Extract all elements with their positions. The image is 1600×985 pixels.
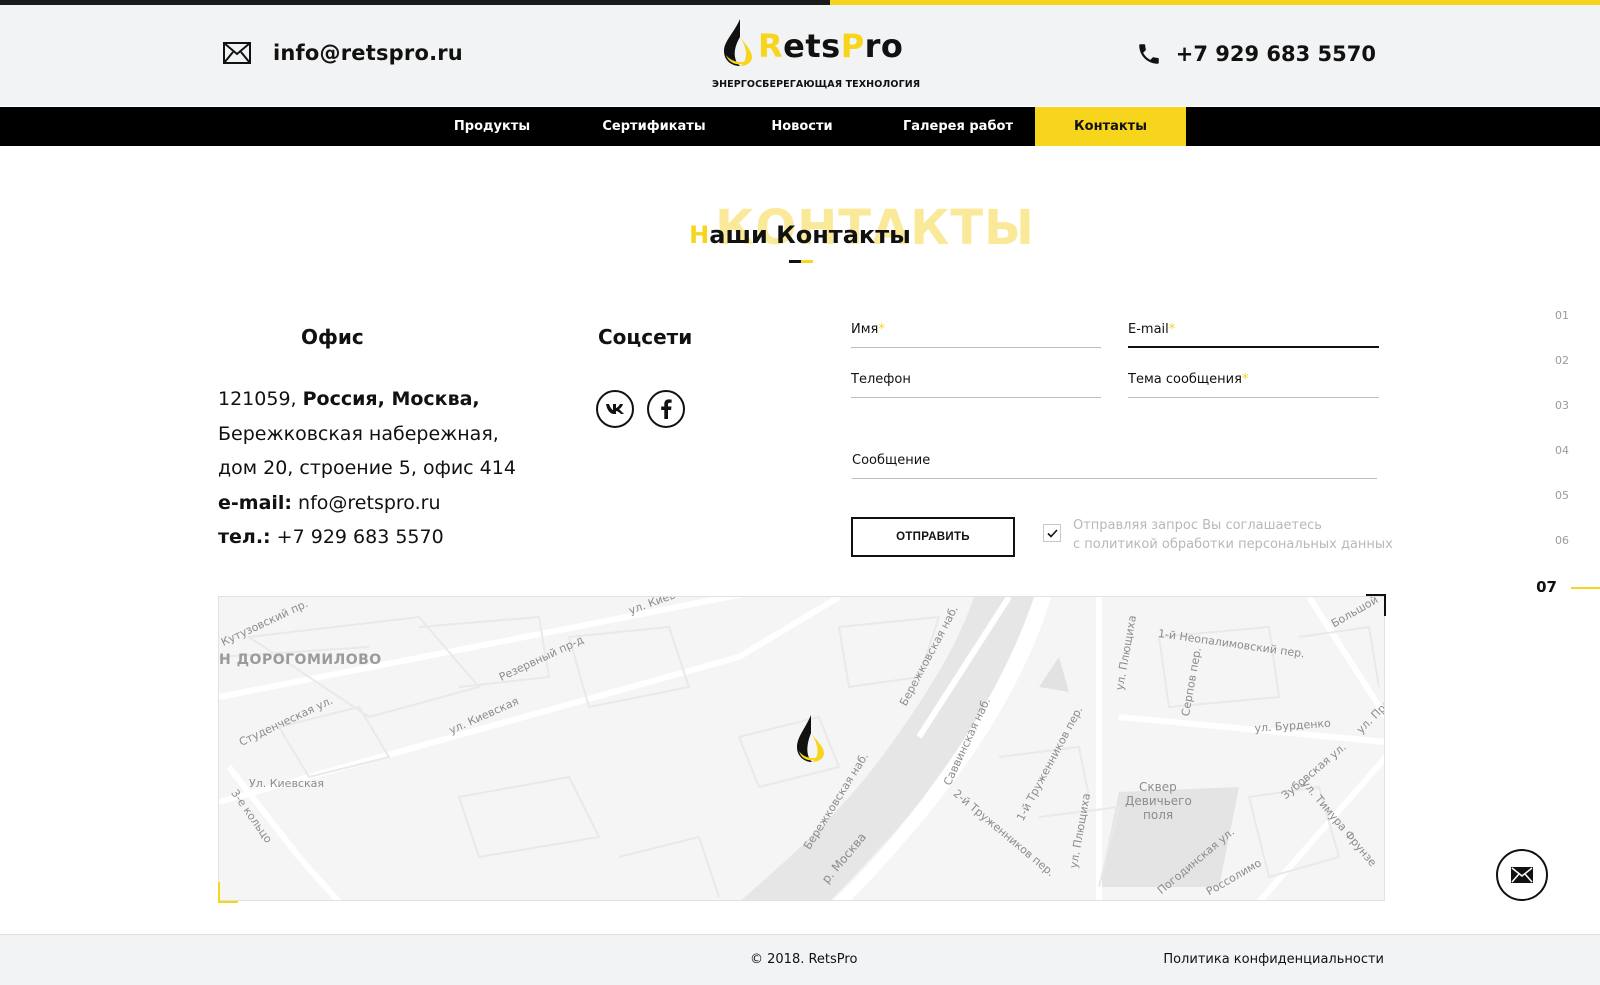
map-label: Ул. Киевская	[249, 777, 324, 790]
facebook-button[interactable]	[647, 390, 685, 428]
nav-item-contacts[interactable]: Контакты	[1035, 107, 1186, 146]
envelope-icon	[1511, 867, 1533, 883]
nav-item-news[interactable]: Новости	[760, 107, 844, 146]
logo-tagline: ЭНЕРГОСБЕРЕГАЮЩАЯ ТЕХНОЛОГИЯ	[712, 79, 921, 90]
header-phone-text[interactable]: +7 929 683 5570	[1176, 42, 1376, 66]
logo-brand: RetsPro	[758, 27, 904, 65]
social-heading: Соцсети	[598, 325, 693, 349]
map-label-park: Сквер	[1139, 780, 1177, 794]
map-label-park: поля	[1143, 808, 1174, 822]
nav-item-products[interactable]: Продукты	[434, 107, 550, 146]
name-field[interactable]: Имя*	[851, 322, 1101, 348]
office-line-street: Бережковская набережная,	[218, 422, 499, 445]
map-label-district: Н ДОРОГОМИЛОВО	[219, 652, 382, 668]
vk-button[interactable]	[596, 390, 634, 428]
pager-item-07[interactable]: 07	[1536, 578, 1557, 596]
header-email-text[interactable]: info@retspro.ru	[273, 41, 463, 65]
office-line-email: e-mail: nfo@retspro.ru	[218, 491, 441, 514]
office-line-city: 121059, Россия, Москва,	[218, 388, 480, 410]
envelope-icon	[223, 42, 251, 64]
main-nav: Продукты Сертификаты Новости Галерея раб…	[0, 107, 1600, 146]
privacy-policy-link[interactable]: Политика конфиденциальности	[1163, 952, 1384, 967]
site-header: info@retspro.ru RetsPro ЭНЕРГОСБЕРЕГАЮЩА…	[0, 5, 1600, 106]
drop-logo-icon	[724, 19, 752, 66]
title-underline	[789, 260, 813, 263]
consent-checkbox[interactable]	[1043, 524, 1061, 542]
office-heading: Офис	[301, 325, 364, 349]
pager-item-05[interactable]: 05	[1555, 489, 1569, 502]
header-phone[interactable]: +7 929 683 5570	[1136, 41, 1376, 67]
subject-label: Тема сообщения*	[1128, 372, 1249, 387]
send-button[interactable]: ОТПРАВИТЬ	[851, 517, 1015, 557]
pager-item-01[interactable]: 01	[1555, 309, 1569, 322]
map[interactable]: Кутузовский пр. Н ДОРОГОМИЛОВО Студенчес…	[218, 596, 1385, 901]
header-email[interactable]: info@retspro.ru	[223, 41, 463, 65]
consent-text: Отправляя запрос Вы соглашаетесь с полит…	[1073, 518, 1393, 552]
nav-item-gallery[interactable]: Галерея работ	[895, 107, 1021, 146]
message-field[interactable]: Сообщение	[852, 453, 1377, 479]
copyright: © 2018. RetsPro	[750, 952, 858, 967]
office-line-phone: тел.: +7 929 683 5570	[218, 526, 444, 548]
nav-item-certificates[interactable]: Сертификаты	[595, 107, 713, 146]
facebook-icon	[661, 399, 672, 419]
vk-icon	[606, 404, 624, 414]
office-address: 121059, Россия, Москва, Бережковская наб…	[218, 382, 516, 555]
pager-active-line	[1571, 587, 1600, 589]
site-footer: © 2018. RetsPro Политика конфиденциально…	[0, 934, 1600, 985]
map-label-park: Девичьего	[1125, 794, 1192, 808]
section-title: Наши Контакты	[689, 221, 911, 249]
map-corner-bottom-left	[218, 882, 238, 903]
consent: Отправляя запрос Вы соглашаетесь с полит…	[1043, 516, 1393, 554]
map-corner-top-right	[1366, 594, 1386, 616]
name-label: Имя*	[851, 322, 885, 337]
phone-icon	[1138, 44, 1159, 64]
pager-item-02[interactable]: 02	[1555, 354, 1569, 367]
email-field[interactable]: E-mail*	[1128, 322, 1379, 348]
message-label: Сообщение	[852, 453, 931, 468]
float-mail-button[interactable]	[1496, 849, 1548, 901]
phone-label: Телефон	[851, 372, 911, 387]
pager-item-06[interactable]: 06	[1555, 534, 1569, 547]
checkmark-icon	[1046, 528, 1058, 538]
logo[interactable]: RetsPro ЭНЕРГОСБЕРЕГАЮЩАЯ ТЕХНОЛОГИЯ	[712, 19, 920, 94]
email-label: E-mail*	[1128, 322, 1176, 337]
pager-item-03[interactable]: 03	[1555, 399, 1569, 412]
phone-field[interactable]: Телефон	[851, 372, 1101, 398]
pager-item-04[interactable]: 04	[1555, 444, 1569, 457]
office-line-building: дом 20, строение 5, офис 414	[218, 457, 516, 479]
subject-field[interactable]: Тема сообщения*	[1128, 372, 1379, 398]
